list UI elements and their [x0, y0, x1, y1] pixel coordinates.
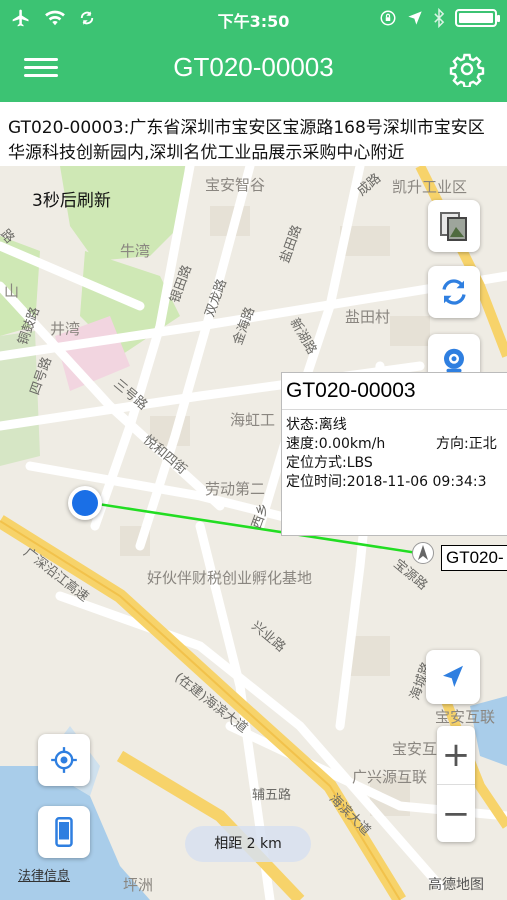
device-marker[interactable] [412, 542, 434, 564]
bluetooth-icon [434, 8, 445, 28]
nav-bar: GT020-00003 [0, 38, 507, 102]
gear-icon [449, 53, 485, 89]
info-window-title: GT020-00003 [286, 379, 416, 402]
map-view[interactable]: 宝安智谷 凯升工业区 牛湾 盐田村 井湾 海虹工 劳动第二 好伙伴财税创业孵化基… [0, 166, 507, 900]
road-label: 辅五路 [252, 788, 292, 803]
sync-button[interactable] [428, 266, 480, 318]
page-title: GT020-00003 [173, 52, 334, 82]
place-label: 广兴源互联 [352, 768, 428, 786]
info-direction: 方向:正北 [436, 436, 497, 452]
info-speed: 速度:0.00km/h [286, 436, 386, 452]
info-positioning: 定位方式:LBS [286, 455, 373, 471]
direction-arrow-icon [418, 545, 428, 560]
place-label: 山 [4, 282, 20, 300]
map-brand-logo: 高德地图 [428, 877, 484, 893]
zoom-controls: + − [437, 726, 475, 842]
map-layers-button[interactable] [428, 200, 480, 252]
info-status: 状态:离线 [286, 417, 347, 433]
locate-button[interactable] [38, 734, 90, 786]
sync-icon [442, 279, 466, 305]
lock-rotation-icon [380, 10, 396, 26]
refresh-countdown: 3秒后刷新 [32, 191, 111, 211]
current-location-marker[interactable] [68, 486, 102, 520]
place-label: 井湾 [50, 320, 81, 338]
place-label: 牛湾 [120, 242, 151, 260]
distance-scale: 相距 2 km [185, 826, 311, 862]
status-bar: 下午3:50 [0, 0, 507, 38]
battery-icon [455, 9, 500, 27]
zoom-in-button[interactable]: + [437, 726, 475, 784]
info-time: 定位时间:2018-11-06 09:34:3 [286, 474, 487, 490]
street-view-icon [444, 348, 464, 373]
phone-location-button[interactable] [38, 806, 90, 858]
divider [282, 409, 507, 410]
place-label: 坪洲 [123, 876, 154, 894]
device-address: GT020-00003:广东省深圳市宝安区宝源路168号深圳市宝安区华源科技创新… [0, 102, 507, 166]
app-root: 下午3:50 GT020-00003 GT020-00003:广东省深圳市宝安区… [0, 0, 507, 900]
place-label: 好伙伴财税创业孵化基地 [147, 569, 313, 587]
navigation-button[interactable] [426, 650, 480, 704]
zoom-out-icon: − [441, 793, 471, 834]
info-speed-row: 速度:0.00km/h 方向:正北 [282, 435, 507, 454]
zoom-out-button[interactable]: − [437, 784, 475, 842]
place-label: 盐田村 [345, 308, 391, 326]
settings-button[interactable] [449, 51, 485, 89]
map-layers-icon [440, 212, 467, 241]
status-right [379, 8, 500, 28]
place-label: 劳动第二 [205, 480, 266, 498]
phone-icon [55, 817, 73, 847]
place-label: 宝安互联 [435, 708, 496, 726]
place-label: 宝安智谷 [205, 176, 266, 194]
device-tag[interactable]: GT020- [441, 545, 507, 571]
zoom-in-icon: + [441, 735, 471, 775]
device-info-window[interactable]: GT020-00003 状态:离线 速度:0.00km/h 方向:正北 定位方式… [281, 372, 507, 536]
location-arrow-icon [408, 11, 422, 25]
place-label: 海虹工 [230, 411, 276, 429]
place-label: 凯升工业区 [392, 178, 468, 196]
navigation-arrow-icon [443, 665, 463, 687]
legal-info-link[interactable]: 法律信息 [18, 865, 70, 884]
locate-icon [51, 747, 77, 773]
